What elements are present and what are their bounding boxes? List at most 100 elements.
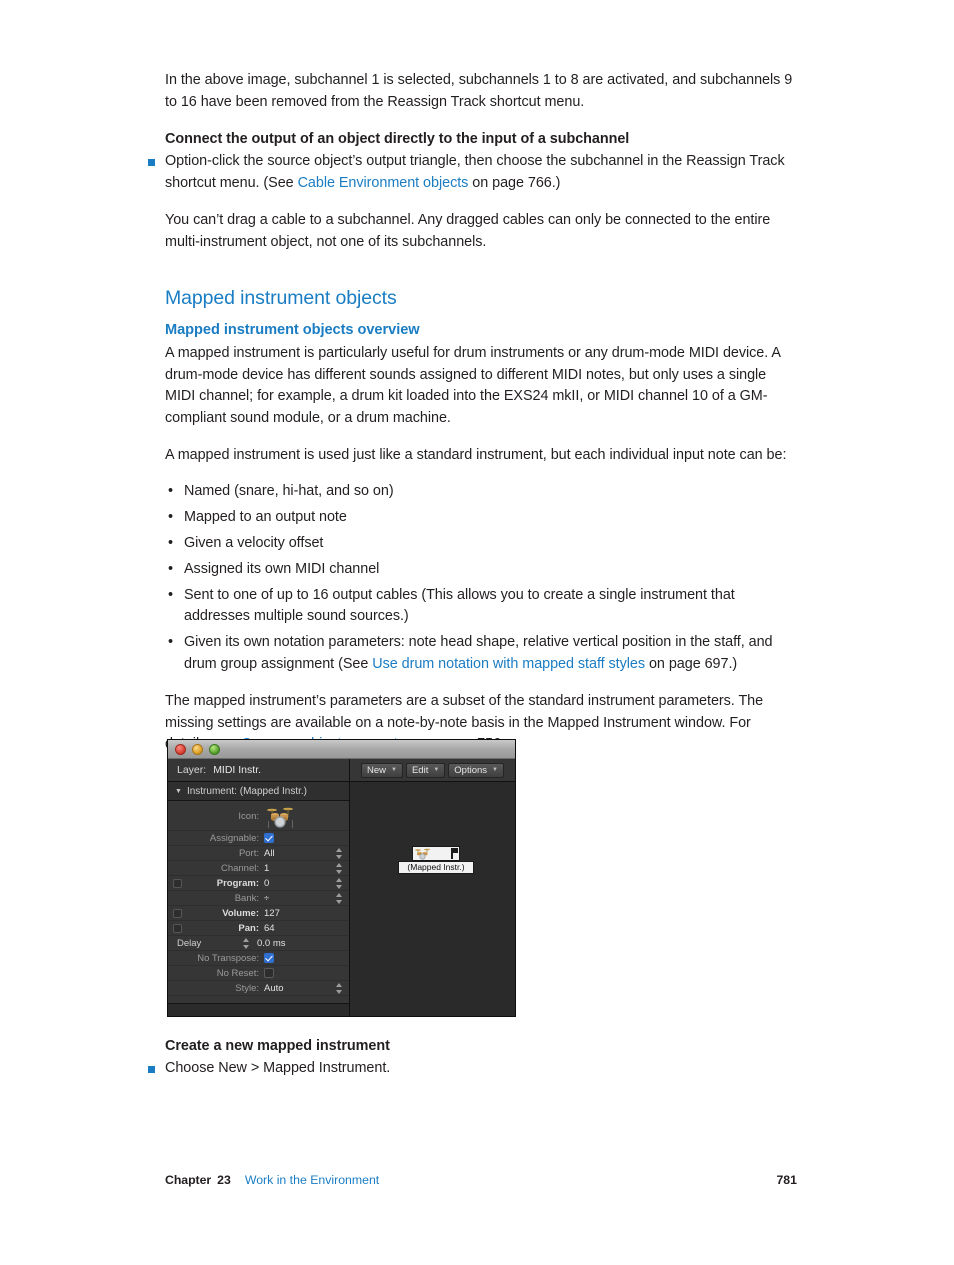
inspector-pane: Layer: MIDI Instr. ▼ Instrument: (Mapped… — [168, 759, 350, 1016]
options-menu-label: Options — [454, 764, 488, 776]
inspector-header[interactable]: ▼ Instrument: (Mapped Instr.) — [168, 782, 349, 801]
no-transpose-checkbox[interactable] — [264, 953, 274, 963]
parameter-row-port: Port: All — [168, 846, 349, 861]
environment-canvas-pane: New ▼ Edit ▼ Options ▼ (Mapped Instr.) — [350, 759, 515, 1016]
parameter-row-program: Program: 0 — [168, 876, 349, 891]
list-item-label-part2: on page 697.) — [645, 655, 738, 672]
page-title: Mapped instrument objects — [165, 287, 397, 309]
subsection-heading: Mapped instrument objects overview — [165, 322, 420, 338]
program-stepper[interactable] — [335, 877, 342, 889]
chevron-down-icon: ▼ — [433, 767, 440, 773]
style-value[interactable]: Auto — [264, 983, 284, 994]
layer-value[interactable]: MIDI Instr. — [213, 764, 261, 776]
overview-paragraph: A mapped instrument is particularly usef… — [165, 345, 781, 426]
no-transpose-label: No Transpose: — [197, 952, 259, 964]
list-item-label: Assigned its own MIDI channel — [184, 560, 380, 577]
port-stepper[interactable] — [335, 847, 342, 859]
inspector-footer — [168, 1003, 349, 1016]
volume-value[interactable]: 127 — [264, 908, 280, 919]
icon-label: Icon: — [238, 811, 259, 822]
environment-object-mapped-instrument[interactable]: (Mapped Instr.) — [398, 846, 474, 874]
drum-kit-icon[interactable] — [266, 805, 296, 829]
parameter-row-pan: Pan: 64 — [168, 921, 349, 936]
program-label: Program: — [216, 877, 259, 889]
pan-value[interactable]: 64 — [264, 923, 275, 934]
program-value[interactable]: 0 — [264, 878, 269, 889]
list-item-label: Named (snare, hi-hat, and so on) — [184, 482, 394, 499]
dot-bullet-icon: • — [168, 508, 173, 525]
delay-stepper[interactable] — [242, 937, 249, 949]
program-enable-checkbox[interactable] — [173, 878, 182, 888]
port-value[interactable]: All — [264, 848, 275, 859]
step-text-part2: on page 766.) — [468, 174, 561, 191]
parameter-row-no-transpose: No Transpose: — [168, 951, 349, 966]
list-item: • Assigned its own MIDI channel — [165, 559, 797, 581]
parameter-row-no-reset: No Reset: — [168, 966, 349, 981]
no-reset-checkbox[interactable] — [264, 968, 274, 978]
environment-object-name[interactable]: (Mapped Instr.) — [398, 861, 474, 874]
environment-object-box[interactable] — [412, 846, 460, 861]
feature-bullet-list: • Named (snare, hi-hat, and so on) • Mappe… — [165, 481, 797, 676]
parameter-row-bank: Bank: ÷ — [168, 891, 349, 906]
window-titlebar — [168, 740, 515, 759]
task-step: Choose New > Mapped Instrument. — [148, 1058, 797, 1080]
volume-enable-checkbox[interactable] — [173, 908, 182, 918]
note-paragraph: You can’t drag a cable to a subchannel. … — [165, 212, 771, 250]
step-text: Choose New > Mapped Instrument. — [165, 1060, 391, 1076]
bank-value[interactable]: ÷ — [264, 893, 269, 904]
list-item: • Sent to one of up to 16 output cables (… — [165, 585, 797, 628]
new-menu-label: New — [367, 764, 387, 776]
environment-toolbar: New ▼ Edit ▼ Options ▼ — [350, 759, 515, 782]
list-item-label: Sent to one of up to 16 output cables (T… — [184, 586, 735, 625]
dot-bullet-icon: • — [168, 482, 173, 499]
edit-menu-button[interactable]: Edit ▼ — [405, 762, 446, 778]
pan-enable-checkbox[interactable] — [173, 923, 182, 933]
footer-chapter-title[interactable]: Work in the Environment — [245, 1173, 379, 1187]
list-item: • Given a velocity offset — [165, 533, 797, 555]
new-menu-button[interactable]: New ▼ — [361, 762, 403, 778]
chevron-down-icon: ▼ — [492, 767, 498, 773]
footer-page-number: 781 — [776, 1173, 797, 1187]
close-button-icon[interactable] — [175, 743, 186, 755]
task-heading-create: Create a new mapped instrument — [165, 1038, 390, 1054]
bank-stepper[interactable] — [335, 892, 342, 904]
environment-canvas[interactable]: (Mapped Instr.) — [350, 782, 515, 1016]
delay-value[interactable]: 0.0 ms — [257, 938, 286, 949]
channel-value[interactable]: 1 — [264, 863, 269, 874]
dot-bullet-icon: • — [168, 634, 173, 650]
options-menu-button[interactable]: Options ▼ — [448, 762, 504, 778]
parameter-row-assignable: Assignable: — [168, 831, 349, 846]
link-use-drum-notation[interactable]: Use drum notation with mapped staff styl… — [372, 656, 645, 672]
parameter-row-icon: Icon: — [168, 803, 349, 831]
parameter-row-style: Style: Auto — [168, 981, 349, 996]
list-item-label: Mapped to an output note — [184, 508, 347, 525]
minimize-button-icon[interactable] — [192, 743, 203, 755]
pan-label: Pan: — [238, 922, 259, 934]
link-cable-environment-objects[interactable]: Cable Environment objects — [298, 175, 469, 191]
page-content: In the above image, subchannel 1 is sele… — [148, 70, 797, 772]
parameter-row-channel: Channel: 1 — [168, 861, 349, 876]
style-stepper[interactable] — [335, 982, 342, 994]
list-item: • Mapped to an output note — [165, 507, 797, 529]
manual-page: In the above image, subchannel 1 is sele… — [0, 0, 954, 1265]
list-item-label: Given a velocity offset — [184, 534, 324, 551]
dot-bullet-icon: • — [168, 560, 173, 577]
style-label: Style: — [235, 982, 259, 994]
window-body: Layer: MIDI Instr. ▼ Instrument: (Mapped… — [168, 759, 515, 1016]
zoom-button-icon[interactable] — [209, 743, 220, 755]
output-flag-icon[interactable] — [450, 847, 459, 860]
parameter-list: Icon: Assignable: Port: All Channel: 1 P… — [168, 801, 349, 1003]
disclosure-triangle-icon[interactable]: ▼ — [175, 788, 182, 795]
volume-label: Volume: — [222, 907, 259, 919]
lead-in-paragraph: A mapped instrument is used just like a … — [165, 447, 787, 463]
port-label: Port: — [238, 847, 259, 859]
list-item: • Named (snare, hi-hat, and so on) — [165, 481, 797, 503]
dot-bullet-icon: • — [168, 586, 173, 603]
dot-bullet-icon: • — [168, 534, 173, 551]
channel-stepper[interactable] — [335, 862, 342, 874]
layer-bar[interactable]: Layer: MIDI Instr. — [168, 759, 349, 782]
assignable-checkbox[interactable] — [264, 833, 274, 843]
delay-label: Delay — [177, 937, 202, 949]
task-heading-connect: Connect the output of an object directly… — [165, 131, 630, 147]
parameter-row-delay: Delay 0.0 ms — [168, 936, 349, 951]
